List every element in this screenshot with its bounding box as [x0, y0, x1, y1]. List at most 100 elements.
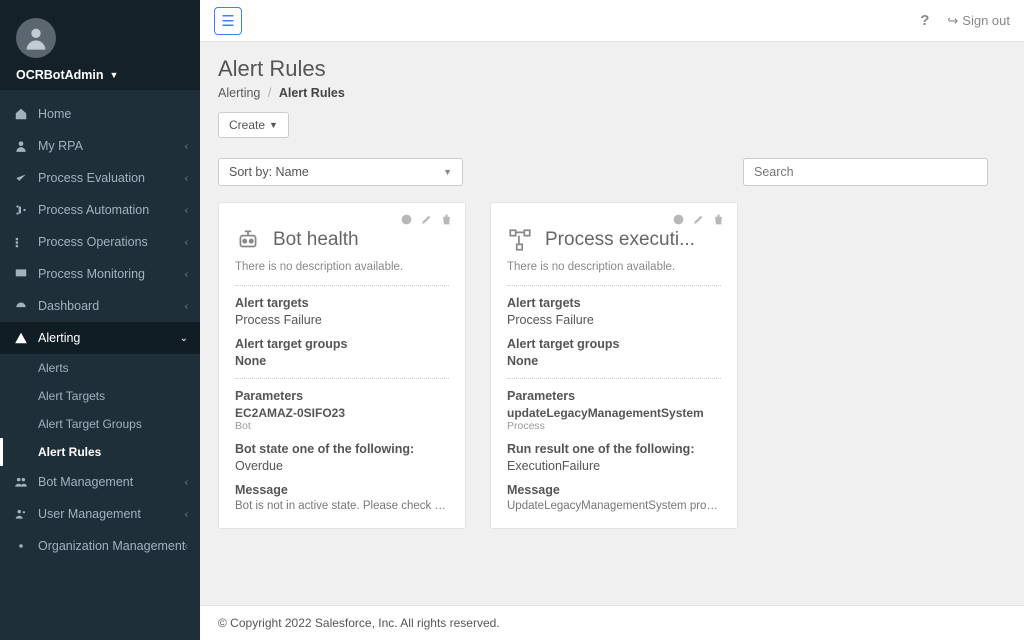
delete-icon[interactable]	[440, 213, 453, 226]
sidebar-item-label: Process Evaluation	[38, 171, 145, 185]
sidebar-item-label: Process Monitoring	[38, 267, 145, 281]
monitor-icon	[14, 267, 28, 281]
avatar	[16, 18, 56, 58]
sidebar-item-label: Home	[38, 107, 71, 121]
alert-rule-card: Bot health There is no description avail…	[218, 202, 466, 529]
edit-icon[interactable]	[692, 213, 705, 226]
sidebar-item-org-management[interactable]: Organization Management ‹	[0, 530, 200, 562]
section-value: Process Failure	[235, 313, 449, 327]
users-icon	[14, 475, 28, 489]
user-name: OCRBotAdmin	[16, 68, 104, 82]
gear-icon	[14, 539, 28, 553]
sidebar-item-label: Alerts	[38, 361, 69, 375]
card-title: Bot health	[273, 229, 359, 251]
help-button[interactable]: ?	[920, 12, 929, 29]
section-label: Alert target groups	[235, 337, 449, 351]
sidebar-item-process-evaluation[interactable]: Process Evaluation ‹	[0, 162, 200, 194]
sidebar-item-label: Alert Target Groups	[38, 417, 142, 431]
page-title: Alert Rules	[218, 56, 1006, 82]
delete-icon[interactable]	[712, 213, 725, 226]
main: ☰ ? ↪ Sign out Alert Rules Alerting / Al…	[200, 0, 1024, 640]
create-button[interactable]: Create ▼	[218, 112, 289, 138]
condition-label: Bot state one of the following:	[235, 442, 449, 456]
edit-icon[interactable]	[420, 213, 433, 226]
breadcrumb-current: Alert Rules	[279, 86, 345, 100]
sidebar-item-label: Process Operations	[38, 235, 148, 249]
section-label: Parameters	[235, 389, 449, 403]
sidebar-item-dashboard[interactable]: Dashboard ‹	[0, 290, 200, 322]
parameter-type: Bot	[235, 420, 449, 432]
signout-label: Sign out	[962, 13, 1010, 28]
search-input[interactable]	[743, 158, 988, 186]
sidebar-profile: OCRBotAdmin ▼	[0, 0, 200, 90]
sidebar-item-home[interactable]: Home	[0, 98, 200, 130]
breadcrumb: Alerting / Alert Rules	[218, 86, 1006, 100]
section-label: Alert targets	[235, 296, 449, 310]
section-value: None	[235, 354, 449, 368]
disable-icon[interactable]	[672, 213, 685, 226]
sidebar-item-process-operations[interactable]: Process Operations ‹	[0, 226, 200, 258]
bot-icon	[235, 227, 261, 253]
user-icon	[14, 139, 28, 153]
sidebar-item-user-management[interactable]: User Management ‹	[0, 498, 200, 530]
topbar: ☰ ? ↪ Sign out	[200, 0, 1024, 42]
condition-label: Run result one of the following:	[507, 442, 721, 456]
parameter-type: Process	[507, 420, 721, 432]
content: Alert Rules Alerting / Alert Rules Creat…	[200, 42, 1024, 605]
condition-value: ExecutionFailure	[507, 459, 721, 473]
disable-icon[interactable]	[400, 213, 413, 226]
sort-select[interactable]: Sort by: Name ▼	[218, 158, 463, 186]
sidebar-subitem-alert-targets[interactable]: Alert Targets	[0, 382, 200, 410]
cards-container: Bot health There is no description avail…	[218, 202, 1006, 529]
home-icon	[14, 107, 28, 121]
sidebar-subitem-alert-rules[interactable]: Alert Rules	[0, 438, 200, 466]
user-menu[interactable]: OCRBotAdmin ▼	[16, 68, 184, 82]
section-label: Alert target groups	[507, 337, 721, 351]
process-icon	[507, 227, 533, 253]
chevron-left-icon: ‹	[185, 141, 188, 152]
sidebar-item-alerting[interactable]: Alerting ⌄	[0, 322, 200, 354]
sidebar-item-label: Organization Management	[38, 539, 185, 553]
card-title: Process executi...	[545, 229, 695, 251]
dashboard-icon	[14, 299, 28, 313]
sidebar-item-label: Alert Rules	[38, 445, 101, 459]
breadcrumb-separator: /	[268, 86, 271, 100]
sidebar-item-label: Bot Management	[38, 475, 133, 489]
parameter-name: EC2AMAZ-0SIFO23	[235, 406, 449, 420]
hamburger-button[interactable]: ☰	[214, 7, 242, 35]
signout-icon: ↪	[947, 13, 958, 29]
chevron-down-icon: ⌄	[180, 333, 188, 344]
sidebar-item-label: User Management	[38, 507, 141, 521]
breadcrumb-parent[interactable]: Alerting	[218, 86, 260, 100]
sidebar-subitem-alert-target-groups[interactable]: Alert Target Groups	[0, 410, 200, 438]
sidebar-item-bot-management[interactable]: Bot Management ‹	[0, 466, 200, 498]
parameter-name: updateLegacyManagementSystem	[507, 406, 721, 420]
check-icon	[14, 171, 28, 185]
sidebar-item-label: Process Automation	[38, 203, 149, 217]
message-value: UpdateLegacyManagementSystem process has…	[507, 500, 721, 512]
sidebar-item-label: Alert Targets	[38, 389, 105, 403]
list-icon	[14, 235, 28, 249]
caret-down-icon: ▼	[269, 120, 278, 130]
sort-label: Sort by: Name	[229, 165, 309, 179]
alert-icon	[14, 331, 28, 345]
sidebar-subitem-alerts[interactable]: Alerts	[0, 354, 200, 382]
users-icon	[14, 507, 28, 521]
sidebar-item-process-monitoring[interactable]: Process Monitoring ‹	[0, 258, 200, 290]
sidebar-item-process-automation[interactable]: Process Automation ‹	[0, 194, 200, 226]
sidebar-item-myrpa[interactable]: My RPA ‹	[0, 130, 200, 162]
sidebar-item-label: Alerting	[38, 331, 80, 345]
chevron-left-icon: ‹	[185, 269, 188, 280]
create-label: Create	[229, 118, 265, 132]
sidebar-item-label: Dashboard	[38, 299, 99, 313]
chevron-left-icon: ‹	[185, 173, 188, 184]
menu-icon: ☰	[221, 12, 234, 30]
sidebar-item-label: My RPA	[38, 139, 83, 153]
caret-down-icon: ▼	[443, 167, 452, 177]
message-value: Bot is not in active state. Please check…	[235, 500, 449, 512]
alert-rule-card: Process executi... There is no descripti…	[490, 202, 738, 529]
nav: Home My RPA ‹ Process Evaluation ‹ Proce…	[0, 90, 200, 562]
chevron-left-icon: ‹	[185, 541, 188, 552]
branch-icon	[14, 203, 28, 217]
signout-button[interactable]: ↪ Sign out	[947, 13, 1010, 29]
